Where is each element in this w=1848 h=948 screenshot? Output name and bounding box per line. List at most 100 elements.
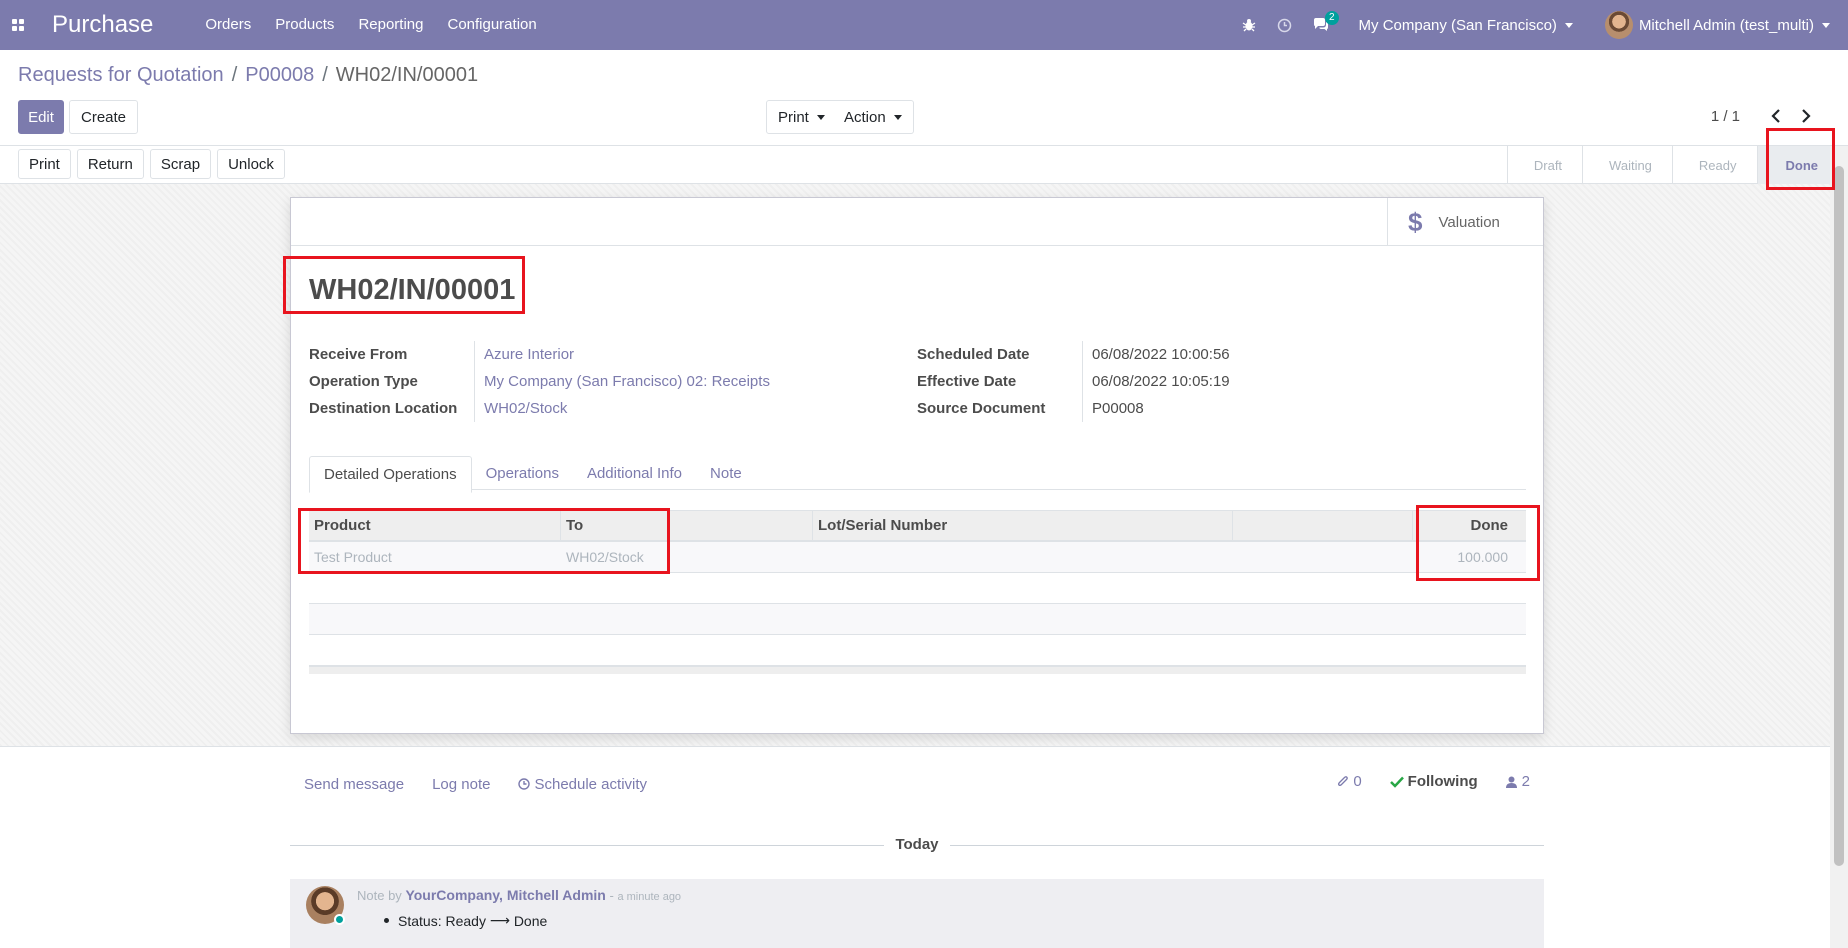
status-step-ready: Ready bbox=[1671, 146, 1757, 184]
cell-lot-serial bbox=[813, 542, 1233, 572]
destination-location-value[interactable]: WH02/Stock bbox=[474, 395, 567, 422]
cell-done: 100.000 bbox=[1457, 549, 1508, 565]
effective-date-label: Effective Date bbox=[917, 373, 1017, 390]
operation-type-label: Operation Type bbox=[309, 373, 418, 390]
menu-reporting[interactable]: Reporting bbox=[358, 0, 423, 50]
schedule-activity-button[interactable]: Schedule activity bbox=[518, 776, 647, 793]
chatter-message: Note by YourCompany, Mitchell Admin - a … bbox=[290, 879, 1544, 948]
paperclip-icon bbox=[1338, 776, 1349, 787]
top-navbar: Purchase Orders Products Reporting Confi… bbox=[0, 0, 1848, 50]
user-avatar bbox=[1604, 11, 1633, 39]
caret-down-icon bbox=[1822, 22, 1830, 28]
message-author-avatar[interactable] bbox=[306, 886, 345, 925]
pager-previous-icon[interactable] bbox=[1766, 106, 1786, 126]
detailed-operations-table: Product To Lot/Serial Number Done Test P… bbox=[309, 510, 1526, 674]
valuation-label: Valuation bbox=[1438, 213, 1500, 231]
scrollbar-thumb[interactable] bbox=[1834, 166, 1844, 866]
table-row[interactable]: Test Product WH02/Stock 100.000 bbox=[309, 542, 1526, 573]
bullet-icon bbox=[384, 918, 389, 923]
menu-orders[interactable]: Orders bbox=[205, 0, 251, 50]
operation-type-value[interactable]: My Company (San Francisco) 02: Receipts bbox=[474, 368, 770, 395]
breadcrumb: Requests for Quotation / P00008 / WH02/I… bbox=[18, 64, 478, 87]
menu-products[interactable]: Products bbox=[275, 0, 334, 50]
breadcrumb-po[interactable]: P00008 bbox=[245, 64, 314, 87]
print-dropdown[interactable]: Print bbox=[766, 100, 837, 134]
scheduled-date-label: Scheduled Date bbox=[917, 346, 1030, 363]
column-product[interactable]: Product bbox=[309, 511, 561, 541]
tracking-arrow-icon: ⟶ bbox=[489, 912, 510, 928]
message-dash: - bbox=[609, 888, 614, 903]
print-button[interactable]: Print bbox=[18, 149, 71, 179]
app-brand[interactable]: Purchase bbox=[52, 0, 153, 50]
column-spacer bbox=[1233, 511, 1413, 541]
message-author[interactable]: YourCompany, Mitchell Admin bbox=[405, 887, 605, 903]
tracking-old-value: Ready bbox=[445, 912, 486, 929]
receive-from-label: Receive From bbox=[309, 346, 408, 363]
cell-product: Test Product bbox=[314, 549, 392, 565]
log-note-button[interactable]: Log note bbox=[432, 776, 490, 793]
breadcrumb-rfq[interactable]: Requests for Quotation bbox=[18, 64, 224, 87]
attachments-count: 0 bbox=[1353, 773, 1362, 790]
smart-button-box: $ Valuation bbox=[291, 198, 1543, 246]
breadcrumb-separator: / bbox=[231, 64, 238, 86]
company-switcher[interactable]: My Company (San Francisco) bbox=[1359, 17, 1573, 34]
table-header: Product To Lot/Serial Number Done bbox=[309, 510, 1526, 542]
receive-from-value[interactable]: Azure Interior bbox=[474, 341, 574, 368]
message-header: Note by YourCompany, Mitchell Admin - a … bbox=[357, 887, 681, 903]
pager-next-icon[interactable] bbox=[1796, 106, 1816, 126]
message-prefix: Note by bbox=[357, 888, 402, 903]
user-menu[interactable]: Mitchell Admin (test_multi) bbox=[1604, 11, 1830, 39]
cell-spacer bbox=[1233, 542, 1413, 572]
print-dropdown-label: Print bbox=[778, 108, 809, 126]
followers-button[interactable]: 2 bbox=[1505, 773, 1530, 790]
scheduled-date-value: 06/08/2022 10:00:56 bbox=[1082, 341, 1230, 368]
valuation-button[interactable]: $ Valuation bbox=[1387, 198, 1543, 246]
pager-value[interactable]: 1 / 1 bbox=[1711, 108, 1740, 125]
clock-icon bbox=[518, 778, 531, 790]
source-document-label: Source Document bbox=[917, 400, 1046, 417]
send-message-button[interactable]: Send message bbox=[304, 776, 404, 793]
menu-configuration[interactable]: Configuration bbox=[447, 0, 536, 50]
message-timestamp: a minute ago bbox=[617, 891, 682, 903]
create-button[interactable]: Create bbox=[69, 100, 139, 134]
action-dropdown[interactable]: Action bbox=[833, 100, 914, 134]
action-dropdown-label: Action bbox=[844, 108, 886, 126]
status-step-draft: Draft bbox=[1506, 146, 1582, 184]
apps-menu-icon[interactable] bbox=[0, 0, 36, 50]
tab-operations[interactable]: Operations bbox=[472, 456, 573, 493]
dollar-icon: $ bbox=[1408, 206, 1423, 237]
message-body: Status: Ready ⟶ Done bbox=[384, 912, 547, 929]
chatter-topbar: Send message Log note Schedule activity … bbox=[290, 773, 1544, 795]
edit-button[interactable]: Edit bbox=[18, 100, 64, 134]
unlock-button[interactable]: Unlock bbox=[217, 149, 285, 179]
messaging-chat-icon[interactable]: 2 bbox=[1313, 11, 1339, 33]
page-scrollbar[interactable] bbox=[1830, 146, 1848, 948]
return-button[interactable]: Return bbox=[76, 149, 144, 179]
notebook-tabs: Detailed Operations Operations Additiona… bbox=[309, 456, 1526, 493]
user-name: Mitchell Admin (test_multi) bbox=[1638, 16, 1814, 34]
caret-down-icon bbox=[816, 114, 825, 120]
online-status-icon bbox=[334, 914, 345, 925]
control-panel: Requests for Quotation / P00008 / WH02/I… bbox=[0, 50, 1848, 146]
scrap-button[interactable]: Scrap bbox=[149, 149, 212, 179]
tracking-new-value: Done bbox=[513, 912, 548, 929]
tab-detailed-operations[interactable]: Detailed Operations bbox=[309, 456, 472, 493]
caret-down-icon bbox=[893, 114, 902, 120]
tab-additional-info[interactable]: Additional Info bbox=[573, 456, 696, 493]
form-statusbar: Print Return Scrap Unlock Draft Waiting … bbox=[0, 146, 1848, 184]
effective-date-value: 06/08/2022 10:05:19 bbox=[1082, 368, 1230, 395]
tab-note[interactable]: Note bbox=[696, 456, 756, 493]
status-step-waiting: Waiting bbox=[1582, 146, 1672, 184]
attachments-button[interactable]: 0 bbox=[1337, 773, 1362, 790]
debug-bug-icon[interactable] bbox=[1241, 17, 1257, 33]
chat-badge: 2 bbox=[1324, 11, 1339, 25]
activity-clock-icon[interactable] bbox=[1277, 17, 1293, 33]
right-field-group: Scheduled Date 06/08/2022 10:00:56 Effec… bbox=[917, 341, 1230, 422]
destination-location-label: Destination Location bbox=[309, 400, 458, 417]
check-icon bbox=[1389, 776, 1404, 788]
column-to[interactable]: To bbox=[561, 511, 813, 541]
column-done[interactable]: Done bbox=[1413, 511, 1526, 541]
following-button[interactable]: Following bbox=[1389, 773, 1478, 790]
column-lot-serial[interactable]: Lot/Serial Number bbox=[813, 511, 1233, 541]
following-label: Following bbox=[1407, 773, 1478, 790]
